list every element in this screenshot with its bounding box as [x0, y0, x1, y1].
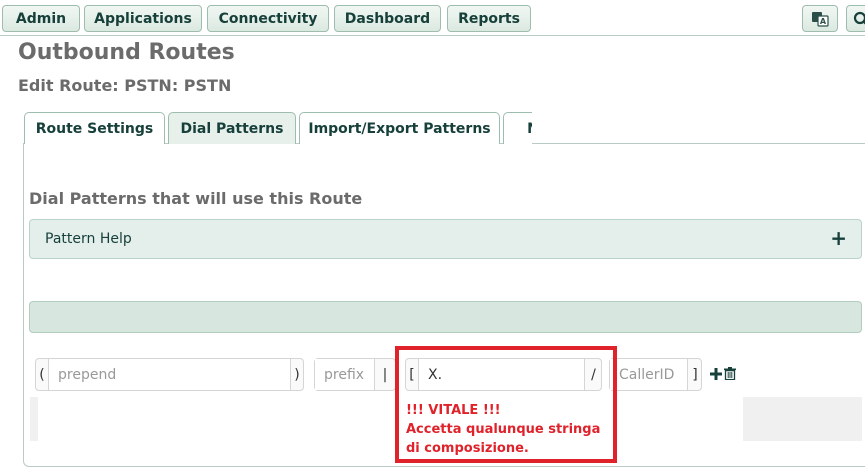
tab-bar: Route Settings Dial Patterns Import/Expo… [24, 112, 532, 144]
plus-icon: + [830, 226, 847, 250]
annotation-line2: Accetta qualunque stringa di composizion… [406, 422, 601, 456]
callerid-input[interactable]: CallerID [610, 359, 688, 390]
row-background-left [30, 397, 38, 441]
annotation-text: !!! VITALE !!! Accetta qualunque stringa… [406, 401, 616, 458]
page-title: Outbound Routes [18, 40, 235, 65]
section-title: Dial Patterns that will use this Route [29, 189, 363, 208]
tab-route-settings[interactable]: Route Settings [24, 112, 165, 144]
prefix-input[interactable]: prefix [315, 359, 375, 390]
language-button[interactable]: A [802, 5, 838, 32]
nav-reports[interactable]: Reports [447, 5, 531, 32]
prepend-group: ( prepend ) [35, 358, 304, 391]
page-subtitle: Edit Route: PSTN: PSTN [18, 76, 232, 95]
row-actions [710, 367, 736, 383]
nav-admin[interactable]: Admin [2, 5, 80, 32]
nav-applications[interactable]: Applications [84, 5, 202, 32]
translate-icon: A [812, 11, 829, 27]
svg-text:A: A [820, 17, 827, 26]
patterns-header-bar [29, 301, 862, 333]
annotation-line1: !!! VITALE !!! [406, 403, 501, 418]
prepend-input[interactable]: prepend [48, 359, 291, 390]
pattern-help-toggle[interactable]: Pattern Help + [29, 219, 862, 259]
pipe-separator: | [382, 366, 388, 383]
row-background-right [743, 397, 862, 441]
nav-connectivity[interactable]: Connectivity [207, 5, 329, 32]
plus-icon[interactable] [710, 367, 722, 383]
search-button[interactable] [846, 5, 865, 32]
tab-overflow[interactable]: N [503, 112, 532, 144]
search-icon [853, 11, 865, 25]
close-bracket: ] [692, 366, 698, 383]
open-paren: ( [39, 366, 45, 383]
prefix-group: prefix | [314, 358, 396, 391]
tab-dial-patterns[interactable]: Dial Patterns [168, 112, 296, 144]
callerid-group: CallerID ] [609, 358, 702, 391]
tab-import-export-patterns[interactable]: Import/Export Patterns [299, 112, 500, 144]
top-navigation: Admin Applications Connectivity Dashboar… [0, 0, 865, 36]
close-paren: ) [294, 366, 300, 383]
pattern-help-label: Pattern Help [45, 231, 132, 247]
trash-icon[interactable] [724, 367, 736, 383]
nav-dashboard[interactable]: Dashboard [334, 5, 441, 32]
